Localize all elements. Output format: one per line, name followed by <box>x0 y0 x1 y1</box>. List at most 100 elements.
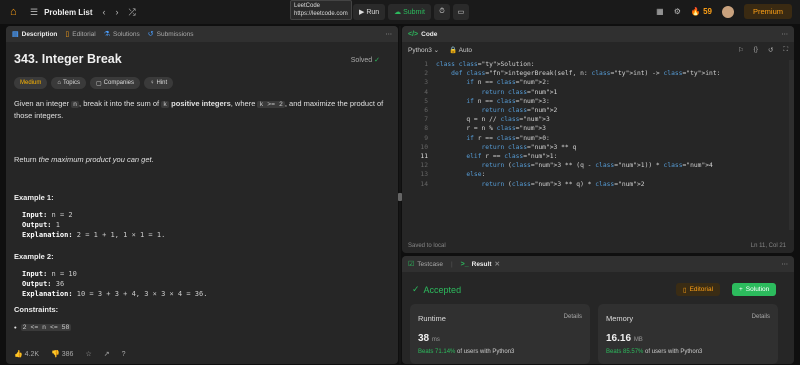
shuffle-icon[interactable]: ⤮ <box>129 7 136 18</box>
runtime-card[interactable]: Runtime Details 38 ms Beats 71.14% of us… <box>410 304 590 364</box>
tooltip-url: https://leetcode.com <box>294 11 348 17</box>
timer-button[interactable]: ⏱ <box>433 4 450 20</box>
close-icon[interactable]: ✕ <box>495 260 500 268</box>
bookmark-icon[interactable]: ⚐ <box>738 46 744 54</box>
notes-button[interactable]: ▭ <box>452 4 469 20</box>
runtime-details-link[interactable]: Details <box>564 314 582 320</box>
code-line[interactable]: return (class="num">3 ** q) * class="num… <box>436 180 645 189</box>
description-panel: ▤ Description ▯ Editorial ⚗ Solutions ↺ Subm… <box>6 26 398 364</box>
hint-tag[interactable]: ♀ Hint <box>144 77 174 89</box>
reset-icon[interactable]: ↺ <box>768 46 773 54</box>
tab-code[interactable]: </> Code <box>408 31 437 38</box>
run-label: Run <box>366 8 380 16</box>
save-status: Saved to local <box>408 243 446 249</box>
next-problem-icon[interactable]: › <box>116 7 119 17</box>
companies-tag[interactable]: ▢ Companies <box>89 77 141 89</box>
tab-result[interactable]: >_ Result ✕ <box>460 260 500 269</box>
prev-problem-icon[interactable]: ‹ <box>103 7 106 17</box>
streak-counter[interactable]: 🔥 59 <box>691 7 712 16</box>
code-line[interactable]: if r == class="num">0: <box>436 134 549 143</box>
example-1-title: Example 1: <box>14 193 54 202</box>
settings-icon[interactable]: ⚙ <box>674 7 681 16</box>
problem-list-link[interactable]: Problem List <box>44 8 92 17</box>
example-line: Input: n = 10 <box>22 269 207 279</box>
more-icon[interactable]: ⋯ <box>782 260 789 268</box>
tab-testcase[interactable]: ☑ Testcase <box>408 260 443 269</box>
submit-label: Submit <box>403 8 425 16</box>
braces-icon[interactable]: {} <box>754 46 758 54</box>
code-line[interactable]: if n == class="num">3: <box>436 97 549 106</box>
submit-button[interactable]: ☁ Submit <box>388 4 431 20</box>
tab-label: Code <box>421 30 438 38</box>
code-line[interactable]: return class="num">1 <box>436 88 558 97</box>
memory-label: Memory <box>606 314 634 323</box>
result-status: ✓ Accepted <box>412 284 461 295</box>
star-icon[interactable]: ☆ <box>85 350 91 358</box>
terminal-icon: >_ <box>460 260 469 268</box>
code-line[interactable]: class class="ty">Solution: <box>436 60 535 69</box>
code-line[interactable]: return class="num">3 ** q <box>436 143 577 152</box>
return-statement: Return the maximum product you can get. <box>14 155 154 164</box>
solution-button[interactable]: + Solution <box>732 283 777 296</box>
runtime-unit: ms <box>431 337 440 343</box>
example-value: n = 2 <box>47 211 73 219</box>
avatar[interactable] <box>721 5 734 18</box>
example-key: Input: <box>22 211 48 219</box>
line-number: 11 <box>420 153 428 160</box>
check-circle-icon: ✓ <box>374 57 380 64</box>
more-icon[interactable]: ⋯ <box>386 30 393 38</box>
desc-text: . <box>151 155 154 164</box>
example-line: Explanation: 2 = 1 + 1, 1 × 1 = 1. <box>22 230 165 240</box>
layout-icon[interactable]: ▦ <box>656 7 664 16</box>
code-line[interactable]: q = n // class="num">3 <box>436 115 549 124</box>
code-line[interactable]: return (class="num">3 ** (q - class="num… <box>436 161 713 170</box>
desc-bold: positive integers <box>171 99 231 108</box>
document-icon: ▤ <box>12 31 19 38</box>
memory-card[interactable]: Memory Details 16.16 MB Beats 85.57% of … <box>598 304 778 364</box>
code-line[interactable]: r = n % class="num">3 <box>436 124 546 133</box>
code-line[interactable]: elif r == class="num">1: <box>436 152 557 161</box>
desc-text: , where <box>230 99 258 108</box>
memory-value: 16.16 <box>606 333 632 344</box>
example-line: Explanation: 10 = 3 + 3 + 4, 3 × 3 × 4 =… <box>22 289 207 299</box>
code-line[interactable]: return class="num">2 <box>436 106 558 115</box>
lock-icon: ▢ <box>95 80 102 87</box>
editor-scrollbar[interactable] <box>789 60 794 230</box>
plus-icon: + <box>739 286 743 293</box>
share-icon[interactable]: ↗ <box>104 350 110 358</box>
leetcode-logo-icon[interactable]: ⌂ <box>10 6 20 18</box>
run-button[interactable]: ▶ Run <box>353 4 386 20</box>
fullscreen-icon[interactable]: ⛶ <box>783 46 788 54</box>
dislike-button[interactable]: 👎 386 <box>51 350 73 358</box>
example-key: Explanation: <box>22 231 73 239</box>
auto-toggle[interactable]: 🔒 Auto <box>449 46 472 54</box>
tab-separator: | <box>450 260 453 268</box>
tab-label: Solutions <box>113 30 140 38</box>
example-2-box: Input: n = 10 Output: 36 Explanation: 10… <box>22 269 207 299</box>
help-icon[interactable]: ? <box>122 351 126 358</box>
tab-description[interactable]: ▤ Description <box>12 30 57 39</box>
memory-details-link[interactable]: Details <box>752 314 770 320</box>
code-line[interactable]: else: <box>436 170 485 179</box>
editorial-button[interactable]: ▯ Editorial <box>676 283 721 296</box>
topics-tag[interactable]: ⌂ Topics <box>51 77 86 89</box>
problem-list-icon[interactable]: ☰ <box>30 7 38 18</box>
line-number: 4 <box>424 88 428 96</box>
thumbs-down-icon: 👎 <box>51 351 60 358</box>
premium-button[interactable]: Premium <box>743 4 792 19</box>
runtime-value: 38 <box>418 333 430 344</box>
code-line[interactable]: def class="fn">integerBreak(self, n: cla… <box>436 69 720 78</box>
problem-description: Given an integer n, break it into the su… <box>14 98 384 121</box>
user-area: ▦ ⚙ 🔥 59 Premium <box>656 4 792 19</box>
code-line[interactable]: if n == class="num">2: <box>436 78 549 87</box>
more-icon[interactable]: ⋯ <box>782 30 789 38</box>
result-panel: ☑ Testcase | >_ Result ✕ ⋯ ✓ Accepted ▯ Edit… <box>402 256 794 364</box>
language-select[interactable]: Python3 ⌄ <box>408 46 439 54</box>
tab-solutions[interactable]: ⚗ Solutions <box>104 30 140 39</box>
example-value: 10 = 3 + 3 + 4, 3 × 3 × 4 = 36. <box>72 290 208 298</box>
tag-icon: ⌂ <box>57 80 61 86</box>
like-button[interactable]: 👍 4.2K <box>14 350 39 358</box>
tab-editorial[interactable]: ▯ Editorial <box>65 30 95 39</box>
book-icon: ▯ <box>683 286 687 294</box>
tab-submissions[interactable]: ↺ Submissions <box>148 30 194 39</box>
